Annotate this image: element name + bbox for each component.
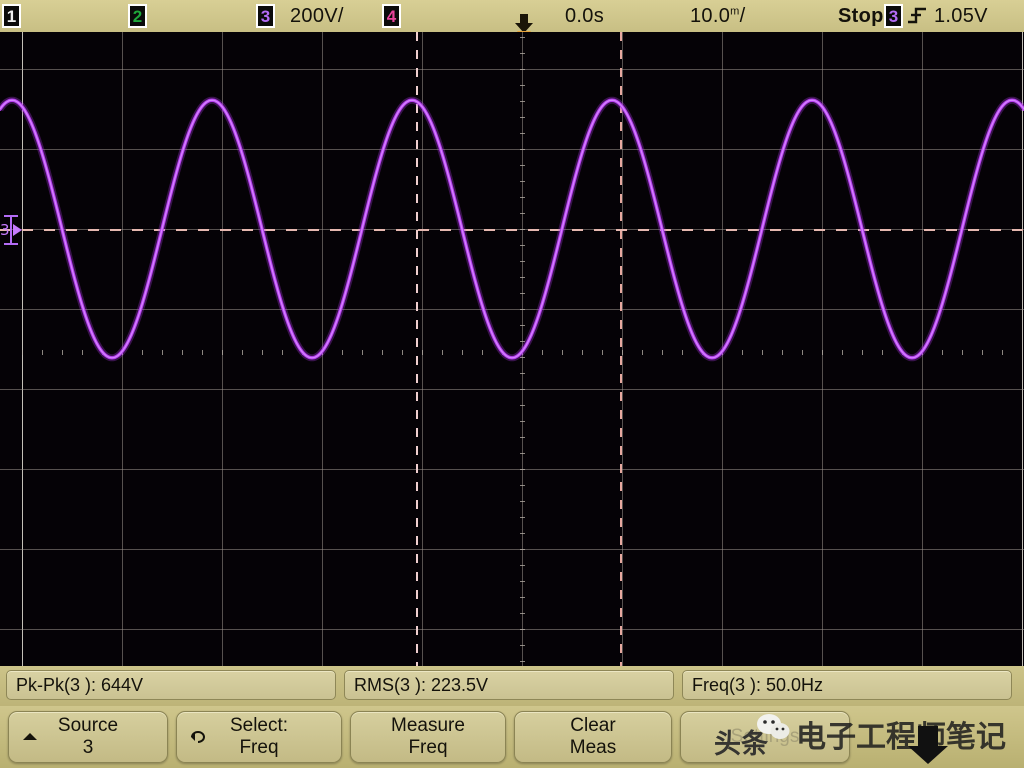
trigger-level-label[interactable]: 1.05V — [934, 5, 988, 28]
trigger-source-indicator[interactable]: 3 — [884, 4, 903, 28]
up-triangle-icon — [19, 726, 41, 748]
waveform-display[interactable]: 3 — [0, 32, 1024, 666]
softkey-source[interactable]: Source 3 — [8, 711, 168, 763]
rising-edge-icon — [906, 4, 928, 28]
softkey-source-line2: 3 — [83, 737, 94, 759]
softkey-clear-meas[interactable]: Clear Meas — [514, 711, 672, 763]
softkey-bar: Source 3 Select: Freq Measure Freq Clear… — [0, 706, 1024, 768]
softkey-measure-line2: Freq — [408, 737, 447, 759]
softkey-settings-line1: Settings — [731, 726, 800, 748]
time-scale-label[interactable]: 10.0m/ — [690, 5, 745, 28]
time-scale-value: 10.0 — [690, 5, 730, 27]
oscilloscope-screen: 1 2 3 4 200V/ 0.0s 10.0m/ Stop 3 1.05V 3 — [0, 0, 1024, 768]
run-state-label[interactable]: Stop — [838, 5, 884, 28]
status-bar: 1 2 3 4 200V/ 0.0s 10.0m/ Stop 3 1.05V — [0, 0, 1024, 32]
channel-indicator-2[interactable]: 2 — [128, 4, 147, 28]
softkey-select[interactable]: Select: Freq — [176, 711, 342, 763]
time-scale-suffix: / — [740, 5, 746, 27]
measurement-pk-pk-text: Pk-Pk(3 ): 644V — [16, 675, 143, 696]
channel-indicator-1[interactable]: 1 — [2, 4, 21, 28]
measurement-freq[interactable]: Freq(3 ): 50.0Hz — [682, 670, 1012, 700]
measurement-bar: Pk-Pk(3 ): 644V RMS(3 ): 223.5V Freq(3 )… — [0, 666, 1024, 706]
waveform-trace-channel-3 — [0, 32, 1024, 666]
time-scale-unit: m — [730, 5, 739, 17]
softkey-select-line2: Freq — [239, 737, 278, 759]
measurement-pk-pk[interactable]: Pk-Pk(3 ): 644V — [6, 670, 336, 700]
softkey-select-line1: Select: — [230, 715, 288, 737]
rotary-knob-icon — [187, 726, 209, 748]
measurement-rms-text: RMS(3 ): 223.5V — [354, 675, 488, 696]
softkey-measure[interactable]: Measure Freq — [350, 711, 506, 763]
time-delay-label[interactable]: 0.0s — [565, 5, 604, 28]
channel-indicator-4[interactable]: 4 — [382, 4, 401, 28]
measurement-freq-text: Freq(3 ): 50.0Hz — [692, 675, 823, 696]
softkey-clear-meas-line2: Meas — [570, 737, 616, 759]
softkey-settings[interactable]: Settings — [680, 711, 850, 763]
vertical-scale-label[interactable]: 200V/ — [290, 5, 344, 28]
measurement-rms[interactable]: RMS(3 ): 223.5V — [344, 670, 674, 700]
softkey-measure-line1: Measure — [391, 715, 465, 737]
channel-indicator-3[interactable]: 3 — [256, 4, 275, 28]
softkey-source-line1: Source — [58, 715, 118, 737]
softkey-clear-meas-line1: Clear — [570, 715, 615, 737]
